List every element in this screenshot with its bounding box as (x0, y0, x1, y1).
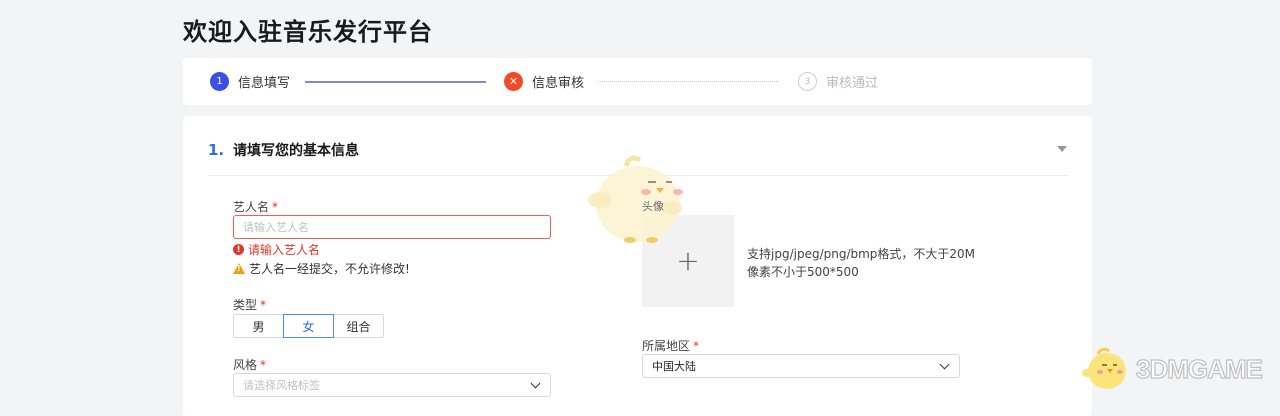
style-select-placeholder: 请选择风格标签 (243, 379, 320, 392)
watermark: 3DMGAME (1082, 345, 1264, 393)
type-label: 类型 * (233, 296, 266, 313)
artist-name-input[interactable] (233, 215, 551, 239)
watermark-text: 3DMGAME (1135, 353, 1263, 384)
collapse-caret-icon[interactable] (1057, 146, 1067, 152)
required-mark: * (260, 298, 267, 312)
chick-logo-icon (1082, 347, 1126, 389)
type-option-male[interactable]: 男 (233, 314, 284, 338)
step-approved: 3 审核通过 (798, 72, 878, 91)
step-error-icon: ✕ (504, 72, 523, 91)
artist-name-error-text: 请输入艺人名 (248, 243, 321, 257)
step-info-fill: 1 信息填写 (210, 72, 290, 91)
style-label: 风格 * (233, 356, 266, 373)
style-label-text: 风格 (233, 358, 258, 372)
avatar-format-hint: 支持jpg/jpeg/png/bmp格式，不大于20M (747, 247, 976, 261)
required-mark: * (260, 358, 267, 372)
section-number: 1. (208, 141, 225, 159)
steps-bar: 1 信息填写 ✕ 信息审核 3 审核通过 (183, 58, 1092, 105)
style-select[interactable]: 请选择风格标签 (233, 373, 551, 397)
warning-icon: ! (233, 263, 245, 274)
region-select-value: 中国大陆 (652, 360, 696, 373)
type-option-female[interactable]: 女 (283, 314, 334, 338)
artist-name-error: ! 请输入艺人名 (233, 241, 320, 258)
type-label-text: 类型 (233, 298, 258, 312)
section-title-text: 请填写您的基本信息 (233, 143, 360, 159)
required-mark: * (693, 339, 700, 353)
artist-name-warning: ! 艺人名一经提交，不允许修改! (233, 260, 410, 277)
step-1-label: 信息填写 (238, 76, 291, 91)
step-1-number: 1 (210, 72, 229, 91)
warning-icon-glyph: ! (237, 264, 241, 273)
step-3-label: 审核通过 (826, 76, 879, 91)
type-option-group[interactable]: 组合 (333, 314, 384, 338)
section-title: 1. 请填写您的基本信息 (208, 140, 359, 160)
step-info-review: ✕ 信息审核 (504, 72, 584, 91)
region-label: 所属地区 * (642, 337, 699, 354)
avatar-label: 头像 (642, 200, 664, 213)
region-select[interactable]: 中国大陆 (642, 354, 960, 378)
artist-name-label: 艺人名 * (233, 198, 278, 215)
step-2-label: 信息审核 (532, 76, 585, 91)
step-connector-done (305, 81, 486, 83)
region-label-text: 所属地区 (642, 339, 691, 353)
chevron-down-icon (530, 378, 541, 388)
plus-icon: + (676, 244, 700, 277)
chick-mascot-icon (588, 155, 683, 243)
artist-name-label-text: 艺人名 (233, 200, 270, 214)
required-mark: * (272, 200, 279, 214)
avatar-size-hint: 像素不小于500*500 (747, 265, 859, 279)
step-3-number: 3 (798, 72, 817, 91)
error-icon: ! (233, 244, 244, 255)
page-title: 欢迎入驻音乐发行平台 (183, 18, 433, 46)
chevron-down-icon (939, 359, 950, 369)
artist-name-warning-text: 艺人名一经提交，不允许修改! (249, 262, 410, 276)
step-connector-pending (598, 81, 779, 82)
type-segmented-control: 男 女 组合 (233, 314, 384, 338)
